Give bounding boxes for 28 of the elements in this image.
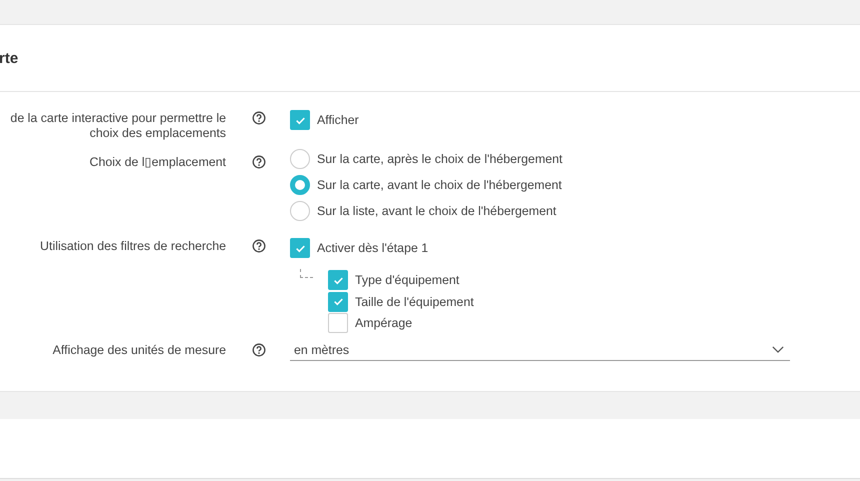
radio-button[interactable] xyxy=(290,175,310,195)
tree-connector xyxy=(300,269,313,278)
setting-label: Affichage des unités de mesure xyxy=(52,342,226,358)
checkbox[interactable] xyxy=(328,292,348,312)
option-label: Ampérage xyxy=(355,316,412,330)
option-label: Activer dès l'étape 1 xyxy=(317,241,428,255)
checkbox[interactable] xyxy=(290,110,310,130)
chevron-down-icon xyxy=(772,346,784,353)
checkbox[interactable] xyxy=(290,238,310,258)
help-icon[interactable] xyxy=(252,111,266,125)
checkbox[interactable] xyxy=(328,270,348,290)
help-icon[interactable] xyxy=(252,343,266,357)
option-label: Type d'équipement xyxy=(355,273,460,287)
section-title: rte xyxy=(0,50,18,66)
radio-button[interactable] xyxy=(290,201,310,221)
option-label: Taille de l'équipement xyxy=(355,294,474,308)
option-label: Sur la liste, avant le choix de l'hébergement xyxy=(317,204,556,218)
setting-label: Choix de l▯emplacement xyxy=(88,154,226,170)
help-icon[interactable] xyxy=(252,239,266,253)
option-label: Sur la carte, avant le choix de l'hébergement xyxy=(317,178,562,192)
option-label: Afficher xyxy=(317,113,359,127)
setting-label: de la carte interactive pour permettre le choix des emplacements xyxy=(9,110,226,141)
checkbox[interactable] xyxy=(328,312,348,332)
dropdown[interactable]: en mètres xyxy=(290,339,790,361)
option-label: Sur la carte, après le choix de l'hébergement xyxy=(317,152,562,166)
setting-label: Utilisation des filtres de recherche xyxy=(39,238,226,254)
help-icon[interactable] xyxy=(252,155,266,169)
radio-button[interactable] xyxy=(290,149,310,169)
